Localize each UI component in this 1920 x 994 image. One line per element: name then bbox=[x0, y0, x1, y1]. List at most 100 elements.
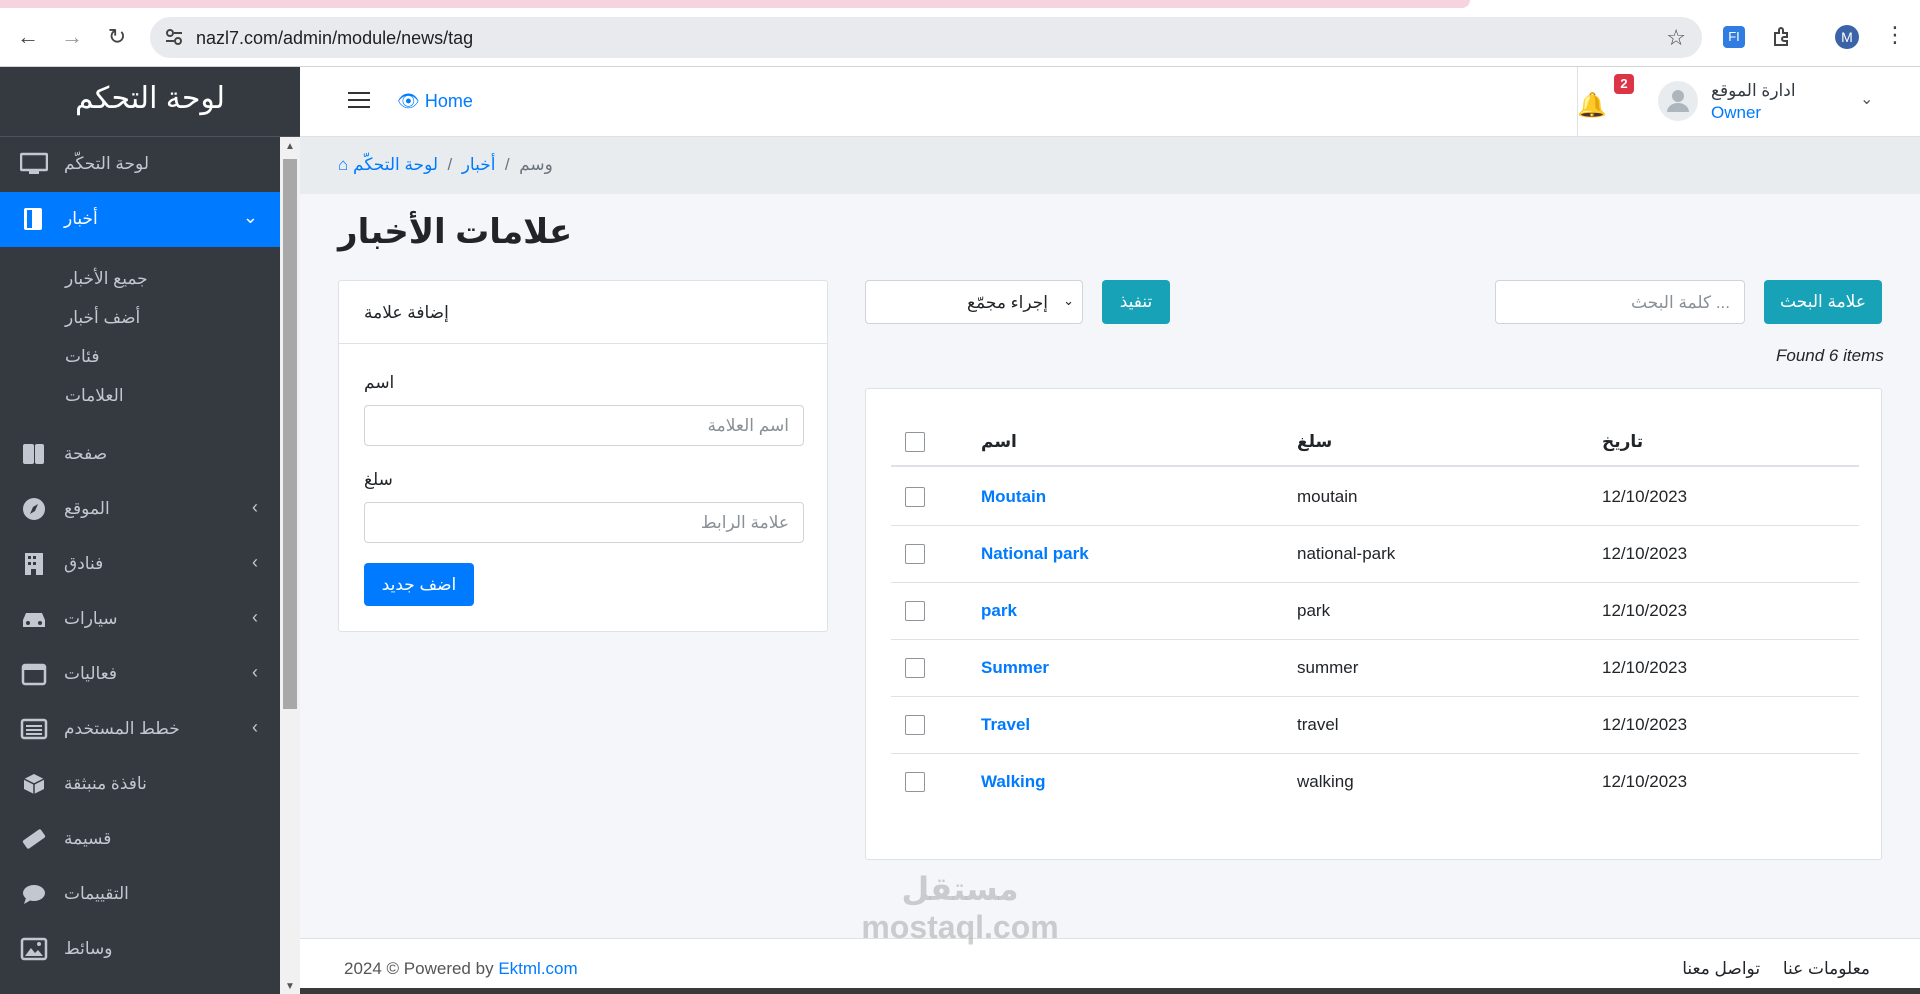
address-bar[interactable]: nazl7.com/admin/module/news/tag ☆ bbox=[150, 17, 1702, 58]
comment-icon bbox=[23, 885, 45, 904]
watermark: مستقل mostaql.com bbox=[840, 870, 1080, 946]
header-name: اسم bbox=[981, 432, 1017, 451]
sidebar-item-label: أخبار bbox=[64, 209, 98, 228]
tag-name-link[interactable]: Walking bbox=[981, 772, 1046, 792]
bookmark-star-icon[interactable]: ☆ bbox=[1666, 25, 1686, 51]
sidebar-item-coupon[interactable]: قسيمة bbox=[0, 812, 280, 867]
scroll-down-icon[interactable]: ▼ bbox=[285, 981, 295, 992]
tag-slug-input[interactable]: علامة الرابط bbox=[364, 502, 804, 543]
copyright: 2024 © Powered by Ektml.com bbox=[344, 959, 578, 979]
sidebar-item-dashboard[interactable]: لوحة التحكّم bbox=[0, 137, 280, 192]
apply-button[interactable]: تنفيذ bbox=[1102, 280, 1170, 324]
hamburger-menu-icon[interactable] bbox=[348, 92, 370, 110]
sidebar-item-label: لوحة التحكّم bbox=[64, 154, 150, 173]
found-count: Found 6 items bbox=[1776, 346, 1884, 365]
user-role: Owner bbox=[1711, 103, 1762, 122]
tab-strip bbox=[0, 0, 1470, 8]
tag-name-link[interactable]: Summer bbox=[981, 658, 1049, 678]
scrollbar-thumb[interactable] bbox=[283, 159, 297, 709]
sidebar-subitem-categories[interactable]: فئات bbox=[0, 339, 280, 378]
row-checkbox[interactable] bbox=[905, 772, 925, 792]
sidebar-subitem-add-news[interactable]: أضف أخبار bbox=[0, 300, 280, 339]
powered-by-link[interactable]: Ektml.com bbox=[498, 959, 577, 978]
sidebar-item-user-plans[interactable]: خطط المستخدم ‹ bbox=[0, 702, 280, 757]
sidebar-scrollbar[interactable]: ▲ ▼ bbox=[280, 137, 300, 994]
back-icon[interactable]: ← bbox=[16, 26, 40, 48]
breadcrumb-news-link[interactable]: أخبار bbox=[462, 155, 496, 174]
site-settings-icon[interactable] bbox=[164, 27, 184, 47]
chevron-left-icon: ‹ bbox=[252, 552, 258, 572]
scroll-up-icon[interactable]: ▲ bbox=[285, 141, 295, 152]
sidebar-item-news[interactable]: أخبار ⌄ bbox=[0, 192, 280, 247]
user-name[interactable]: ادارة الموقع bbox=[1711, 81, 1796, 101]
tag-name-link[interactable]: Travel bbox=[981, 715, 1030, 735]
search-input[interactable]: ... كلمة البحث bbox=[1495, 280, 1745, 324]
sidebar-item-media[interactable]: وسائط bbox=[0, 922, 280, 977]
row-checkbox[interactable] bbox=[905, 487, 925, 507]
about-link[interactable]: معلومات عنا bbox=[1783, 959, 1870, 978]
chevron-left-icon: ‹ bbox=[252, 662, 258, 682]
pages-icon bbox=[23, 444, 44, 464]
breadcrumb-dashboard-label: لوحة التحكّم bbox=[353, 155, 439, 174]
sidebar-item-cars[interactable]: سيارات ‹ bbox=[0, 592, 280, 647]
table-row: National park national-park 12/10/2023 bbox=[891, 526, 1859, 583]
copyright-text: 2024 © Powered by bbox=[344, 959, 494, 978]
sidebar-item-page[interactable]: صفحة bbox=[0, 427, 280, 482]
puzzle-extensions-icon[interactable] bbox=[1770, 25, 1794, 49]
tag-date: 12/10/2023 bbox=[1602, 601, 1688, 620]
bell-icon[interactable]: 🔔 bbox=[1577, 91, 1607, 120]
watermark-latin: mostaql.com bbox=[861, 909, 1059, 945]
subitem-label: فئات bbox=[65, 347, 100, 366]
forward-icon[interactable]: → bbox=[60, 26, 84, 48]
extension-icon[interactable]: FI bbox=[1723, 26, 1745, 48]
row-checkbox[interactable] bbox=[905, 601, 925, 621]
card-header: إضافة علامة bbox=[339, 281, 827, 344]
home-icon: ⌂ bbox=[338, 155, 349, 174]
profile-avatar[interactable]: M bbox=[1835, 25, 1859, 49]
row-checkbox[interactable] bbox=[905, 715, 925, 735]
add-new-button[interactable]: اضف جديد bbox=[364, 563, 474, 606]
reload-icon[interactable]: ↻ bbox=[105, 26, 129, 48]
chevron-down-icon[interactable]: ⌄ bbox=[1860, 89, 1873, 109]
row-checkbox[interactable] bbox=[905, 658, 925, 678]
sidebar-brand[interactable]: لوحة التحكم bbox=[0, 67, 300, 137]
sidebar-subitem-tags[interactable]: العلامات bbox=[0, 378, 280, 417]
bulk-action-select[interactable]: إجراء مجمّع ⌄ bbox=[865, 280, 1083, 324]
table-row: Travel travel 12/10/2023 bbox=[891, 697, 1859, 754]
search-tag-button[interactable]: علامة البحث bbox=[1764, 280, 1882, 324]
tag-slug: national-park bbox=[1297, 544, 1396, 563]
url-text[interactable]: nazl7.com/admin/module/news/tag bbox=[196, 28, 473, 49]
select-all-checkbox[interactable] bbox=[905, 432, 925, 452]
sidebar-item-events[interactable]: فعاليات ‹ bbox=[0, 647, 280, 702]
eye-icon: 👁 bbox=[397, 91, 420, 111]
tag-date: 12/10/2023 bbox=[1602, 658, 1688, 677]
contact-link[interactable]: تواصل معنا bbox=[1682, 959, 1760, 978]
sidebar-subitem-all-news[interactable]: جميع الأخبار bbox=[0, 261, 280, 300]
sidebar-item-hotels[interactable]: فنادق ‹ bbox=[0, 537, 280, 592]
add-tag-card: إضافة علامة اسم اسم العلامة سلغ علامة ال… bbox=[338, 280, 828, 632]
compass-icon bbox=[23, 498, 45, 520]
tag-date: 12/10/2023 bbox=[1602, 715, 1688, 734]
breadcrumb: وسم / أخبار / لوحة التحكّم ⌂ bbox=[338, 155, 553, 175]
name-label: اسم bbox=[364, 373, 395, 392]
sidebar-item-label: فعاليات bbox=[64, 664, 118, 683]
sidebar-item-label: خطط المستخدم bbox=[64, 719, 180, 738]
browser-menu-icon[interactable]: ⋮ bbox=[1884, 22, 1906, 48]
sidebar-item-label: قسيمة bbox=[64, 829, 112, 848]
sidebar-item-location[interactable]: الموقع ‹ bbox=[0, 482, 280, 537]
tag-name-link[interactable]: park bbox=[981, 601, 1017, 621]
sidebar-item-reviews[interactable]: التقييمات bbox=[0, 867, 280, 922]
book-icon bbox=[24, 208, 42, 230]
chevron-left-icon: ‹ bbox=[252, 497, 258, 517]
breadcrumb-dashboard-link[interactable]: لوحة التحكّم ⌂ bbox=[338, 155, 438, 174]
tag-name-link[interactable]: Moutain bbox=[981, 487, 1046, 507]
tag-name-link[interactable]: National park bbox=[981, 544, 1089, 564]
tag-slug: summer bbox=[1297, 658, 1359, 677]
sidebar-item-popup[interactable]: نافذة منبثقة bbox=[0, 757, 280, 812]
home-link[interactable]: 👁 Home bbox=[397, 91, 473, 112]
tag-name-input[interactable]: اسم العلامة bbox=[364, 405, 804, 446]
monitor-icon bbox=[20, 152, 48, 174]
user-avatar[interactable] bbox=[1658, 81, 1698, 121]
tag-date: 12/10/2023 bbox=[1602, 772, 1688, 791]
row-checkbox[interactable] bbox=[905, 544, 925, 564]
